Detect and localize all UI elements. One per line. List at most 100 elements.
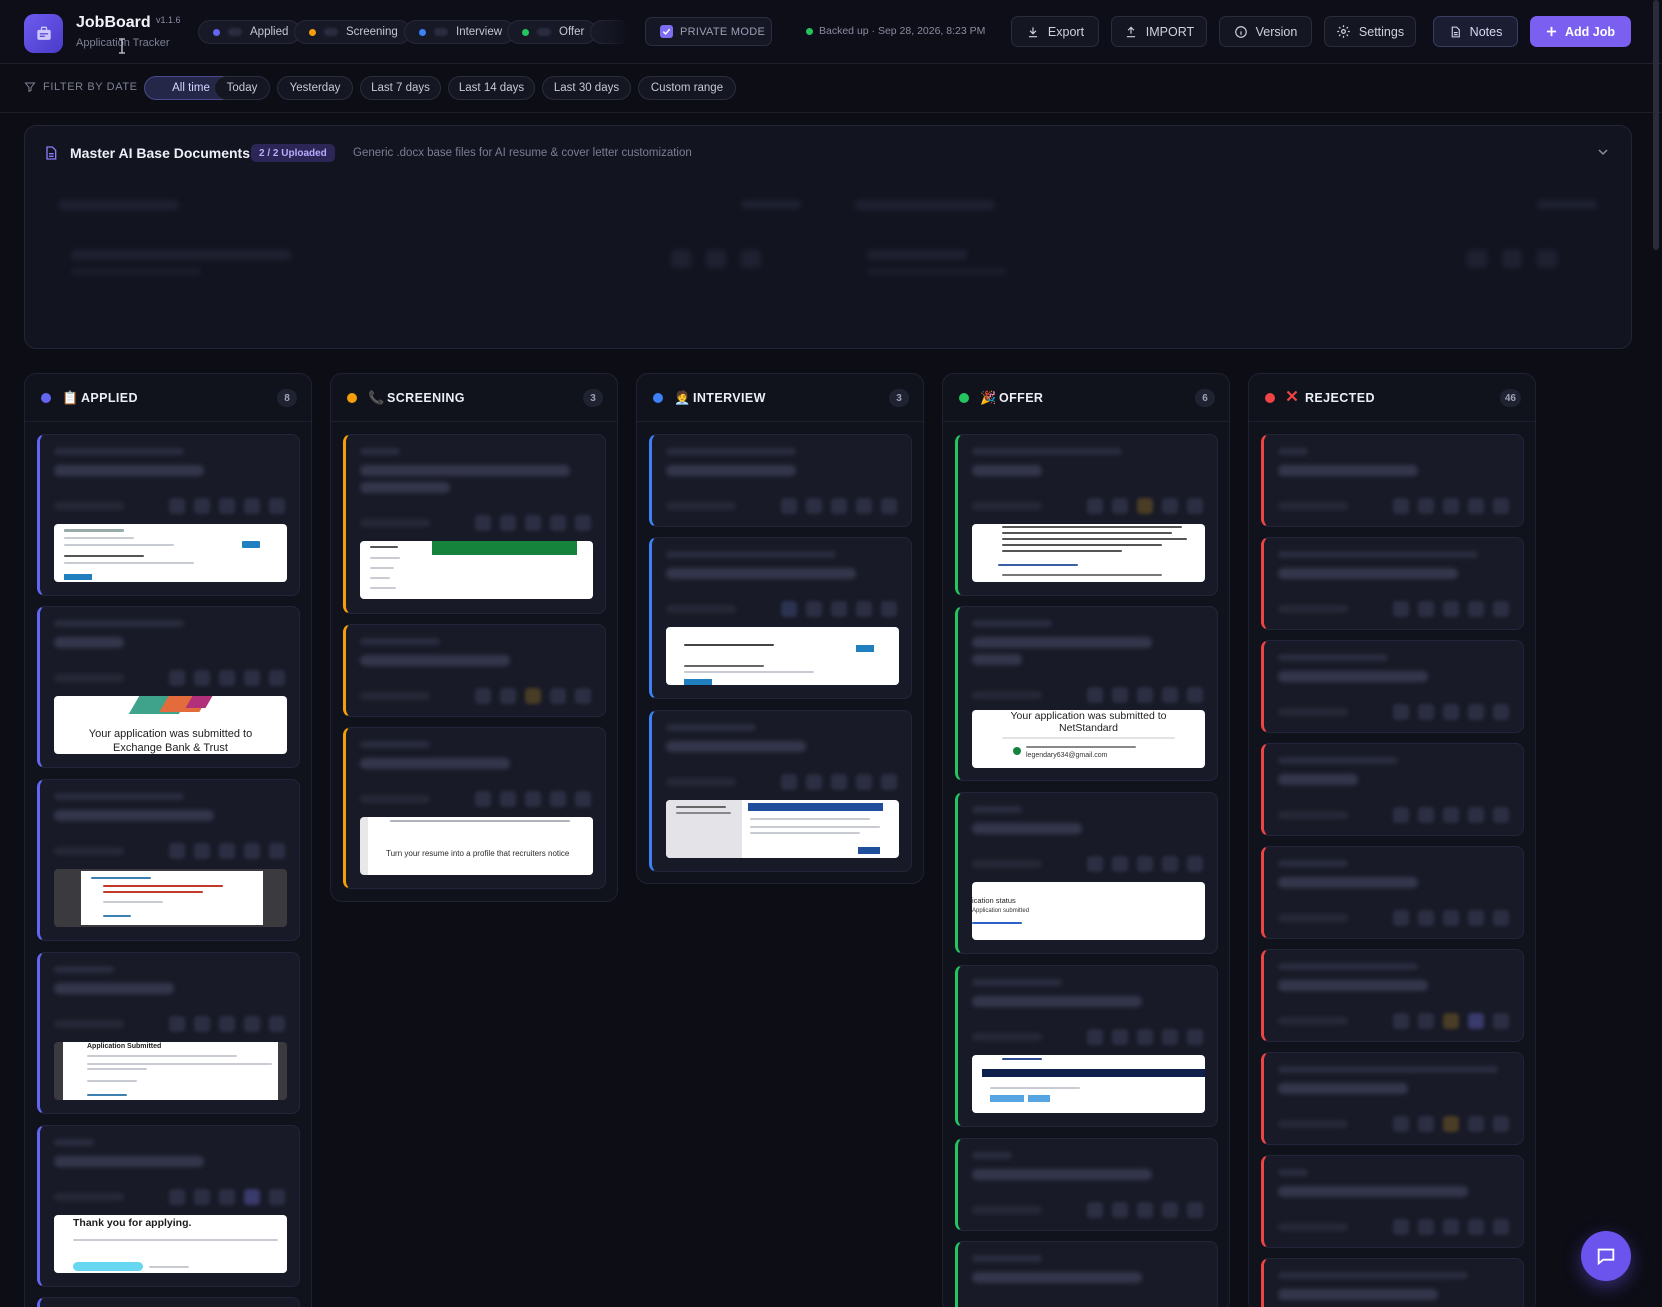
pill-count-blur: [324, 28, 338, 36]
app-version: v1.1.6: [156, 15, 181, 25]
column-count: 3: [889, 389, 909, 407]
backup-status: Backed up · Sep 28, 2026, 8:23 PM: [806, 25, 985, 37]
master-docs-description: Generic .docx base files for AI resume &…: [353, 147, 692, 159]
status-pill-screening[interactable]: Screening: [294, 20, 411, 44]
app-header: JobBoard v1.1.6 Application Tracker Appl…: [0, 0, 1662, 64]
column-title: APPLIED: [81, 391, 138, 405]
column-title: INTERVIEW: [693, 391, 766, 405]
job-card[interactable]: [955, 434, 1218, 596]
status-pill-offer[interactable]: Offer: [507, 20, 598, 44]
application-screenshot[interactable]: [972, 524, 1205, 582]
page-scrollbar[interactable]: [1653, 0, 1659, 250]
app-title: JobBoard: [76, 14, 151, 31]
job-card[interactable]: [649, 537, 912, 699]
add-job-button[interactable]: Add Job: [1530, 16, 1631, 47]
column-screening: 📞 SCREENING 3 Turn your resume into a pr…: [330, 373, 618, 902]
submission-message: Your application was submitted to Exchan…: [88, 728, 253, 754]
application-screenshot[interactable]: [666, 800, 899, 858]
job-card[interactable]: [1261, 949, 1524, 1042]
cover-letter-base-slot[interactable]: [847, 188, 1627, 328]
job-card[interactable]: [37, 434, 300, 596]
application-screenshot[interactable]: ication status Application submitted: [972, 882, 1205, 940]
job-card[interactable]: [649, 710, 912, 872]
person-icon: 🧑‍💼: [674, 390, 691, 405]
thank-you-heading: Thank you for applying.: [73, 1217, 192, 1229]
column-header: 🎉 OFFER 6: [943, 374, 1229, 422]
import-button[interactable]: IMPORT: [1111, 16, 1207, 47]
resume-base-slot[interactable]: [51, 188, 831, 328]
status-pill-interview[interactable]: Interview: [404, 20, 516, 44]
application-screenshot[interactable]: [54, 869, 287, 927]
column-applied: 📋 APPLIED 8 Your application was submitt…: [24, 373, 312, 1307]
rejected-dot-icon: [1265, 393, 1275, 403]
text-cursor-icon: [119, 38, 125, 54]
chevron-down-icon[interactable]: [1597, 146, 1609, 158]
column-count: 6: [1195, 389, 1215, 407]
job-card[interactable]: [343, 624, 606, 717]
job-card[interactable]: Your application was submitted to Exchan…: [37, 606, 300, 768]
job-card[interactable]: ication status Application submitted: [955, 792, 1218, 954]
job-card[interactable]: [1261, 743, 1524, 836]
master-documents-panel: Master AI Base Documents 2 / 2 Uploaded …: [24, 125, 1632, 349]
filter-chip-yesterday[interactable]: Yesterday: [277, 76, 353, 100]
job-card[interactable]: Your application was submitted to NetSta…: [955, 606, 1218, 781]
clipboard-icon: 📋: [62, 390, 79, 405]
job-card[interactable]: [1261, 1155, 1524, 1248]
chat-bubble-icon: [1597, 1248, 1615, 1266]
pill-label: Interview: [456, 26, 503, 38]
application-screenshot[interactable]: Application Submitted: [54, 1042, 287, 1100]
submitted-heading: Application Submitted: [87, 1043, 162, 1050]
application-screenshot[interactable]: [54, 524, 287, 582]
filter-chip-last-7-days[interactable]: Last 7 days: [360, 76, 441, 100]
applied-dot-icon: [213, 28, 220, 36]
add-job-label: Add Job: [1565, 24, 1615, 39]
gear-icon: [1337, 25, 1350, 38]
filter-chip-today[interactable]: Today: [214, 76, 270, 100]
notes-label: Notes: [1469, 24, 1503, 39]
date-filter-bar: FILTER BY DATE All time Today Yesterday …: [0, 64, 1662, 113]
application-screenshot[interactable]: [972, 1055, 1205, 1113]
private-mode-toggle[interactable]: PRIVATE MODE: [645, 17, 772, 46]
export-label: Export: [1047, 24, 1085, 39]
job-card[interactable]: Turn your resume into a profile that rec…: [343, 727, 606, 889]
application-screenshot[interactable]: [360, 541, 593, 599]
column-interview: 🧑‍💼 INTERVIEW 3: [636, 373, 924, 884]
job-card[interactable]: [37, 1297, 300, 1307]
job-card[interactable]: [1261, 846, 1524, 939]
application-screenshot[interactable]: Your application was submitted to NetSta…: [972, 710, 1205, 768]
job-card[interactable]: [1261, 1052, 1524, 1145]
application-screenshot[interactable]: Turn your resume into a profile that rec…: [360, 817, 593, 875]
application-screenshot[interactable]: Your application was submitted to Exchan…: [54, 696, 287, 754]
briefcase-logo-icon: [24, 14, 63, 53]
filter-chip-last-30-days[interactable]: Last 30 days: [542, 76, 631, 100]
settings-label: Settings: [1358, 24, 1405, 39]
job-card[interactable]: [1261, 434, 1524, 527]
application-screenshot[interactable]: [666, 627, 899, 685]
job-card[interactable]: [37, 779, 300, 941]
status-pill-applied[interactable]: Applied: [198, 20, 302, 44]
column-title: SCREENING: [387, 391, 465, 405]
job-card[interactable]: [1261, 640, 1524, 733]
application-screenshot[interactable]: Thank you for applying.: [54, 1215, 287, 1273]
job-card[interactable]: Application Submitted: [37, 952, 300, 1114]
party-icon: 🎉: [980, 390, 997, 405]
job-card[interactable]: [1261, 537, 1524, 630]
phone-icon: 📞: [368, 390, 385, 405]
document-icon: [46, 146, 57, 160]
settings-button[interactable]: Settings: [1324, 16, 1416, 47]
screening-dot-icon: [347, 393, 357, 403]
chat-button[interactable]: [1581, 1231, 1631, 1281]
job-card[interactable]: [1261, 1258, 1524, 1307]
version-button[interactable]: Version: [1219, 16, 1312, 47]
job-card[interactable]: [955, 1138, 1218, 1231]
filter-chip-last-14-days[interactable]: Last 14 days: [448, 76, 535, 100]
job-card[interactable]: Thank you for applying.: [37, 1125, 300, 1287]
job-card[interactable]: [955, 965, 1218, 1127]
import-label: IMPORT: [1145, 24, 1195, 39]
export-button[interactable]: Export: [1011, 16, 1099, 47]
notes-button[interactable]: Notes: [1433, 16, 1518, 47]
job-card[interactable]: [649, 434, 912, 527]
job-card[interactable]: [343, 434, 606, 614]
job-card[interactable]: [955, 1241, 1218, 1307]
filter-chip-custom-range[interactable]: Custom range: [638, 76, 736, 100]
